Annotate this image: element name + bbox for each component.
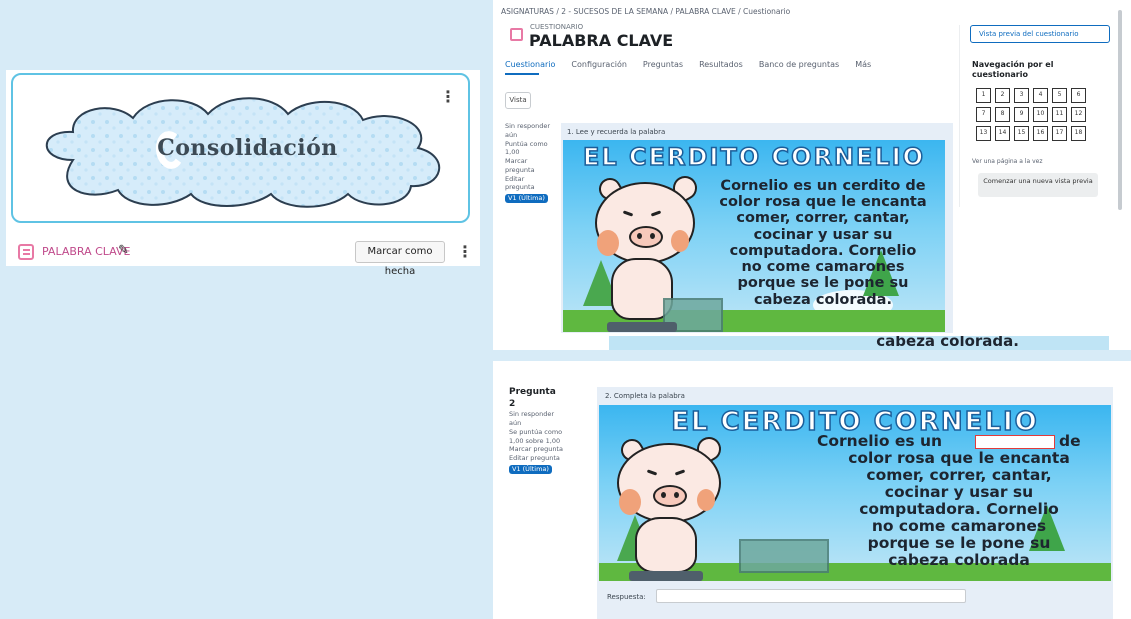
next-image-peek: cabeza colorada.: [609, 336, 1109, 350]
quiz-navigation-block: Vista previa del cuestionario Navegación…: [959, 25, 1113, 207]
nav-question-button[interactable]: 12: [1071, 107, 1086, 122]
tab-settings[interactable]: Configuración: [571, 60, 627, 69]
nav-question-button[interactable]: 6: [1071, 88, 1086, 103]
nav-question-button[interactable]: 3: [1014, 88, 1029, 103]
nav-question-button[interactable]: 14: [995, 126, 1010, 141]
tab-quiz[interactable]: Cuestionario: [505, 60, 555, 69]
tab-more[interactable]: Más: [855, 60, 871, 69]
nav-question-button[interactable]: 5: [1052, 88, 1067, 103]
quiz-navigation-title: Navegación por el cuestionario: [972, 60, 1054, 79]
activity-menu-icon[interactable]: ⋮: [457, 244, 473, 260]
nav-question-button[interactable]: 1: [976, 88, 991, 103]
flag-question-link[interactable]: Marcar pregunta: [505, 157, 551, 175]
question-1-info: Sin responder aún Puntúa como 1,00 Marca…: [505, 122, 551, 203]
story-image-blank: EL CERDITO CORNELIO Cornelio es un de co…: [599, 405, 1111, 581]
story-text: Cornelio es un cerdito de color rosa que…: [719, 178, 927, 308]
flag-question-link[interactable]: Marcar pregunta: [509, 445, 565, 454]
edit-question-link[interactable]: Editar pregunta: [509, 454, 565, 463]
question-grade: Puntúa como 1,00: [505, 139, 548, 157]
story-text: Cornelio es un de color rosa que le enca…: [817, 432, 1081, 570]
question-navigation-grid: 1 2 3 4 5 6 7 8 9 10 11 12 13 14 15 16 1…: [976, 88, 1090, 141]
nav-question-button[interactable]: 18: [1071, 126, 1086, 141]
nav-question-button[interactable]: 2: [995, 88, 1010, 103]
tab-results[interactable]: Resultados: [699, 60, 743, 69]
breadcrumb[interactable]: ASIGNATURAS / 2 - SUCESOS DE LA SEMANA /…: [501, 7, 790, 16]
question-2-info: Pregunta 2 Sin responder aún Se puntúa c…: [509, 386, 565, 474]
nav-question-button[interactable]: 7: [976, 107, 991, 122]
tab-question-bank[interactable]: Banco de preguntas: [759, 60, 839, 69]
version-badge[interactable]: V1 (Última): [509, 464, 552, 474]
nav-question-button[interactable]: 10: [1033, 107, 1048, 122]
quiz-page-bottom: Pregunta 2 Sin responder aún Se puntúa c…: [493, 361, 1131, 619]
nav-question-button[interactable]: 9: [1014, 107, 1029, 122]
mark-as-done-button[interactable]: Marcar como hecha: [355, 241, 445, 277]
section-banner: Consolidación ⋮: [11, 73, 470, 223]
nav-question-button[interactable]: 15: [1014, 126, 1029, 141]
answer-label: Respuesta:: [607, 593, 646, 601]
nav-question-button[interactable]: 17: [1052, 126, 1067, 141]
nav-question-button[interactable]: 8: [995, 107, 1010, 122]
version-badge[interactable]: V1 (Última): [505, 194, 548, 203]
course-section-card: Consolidación ⋮ PALABRA CLAVE ✎ Marcar c…: [6, 70, 480, 277]
nav-question-button[interactable]: 4: [1033, 88, 1048, 103]
banner-title: Consolidación: [157, 135, 338, 161]
secondary-navigation: Cuestionario Configuración Preguntas Res…: [505, 60, 871, 69]
question-status: Sin responder aún: [505, 122, 551, 139]
answer-input[interactable]: [656, 589, 966, 603]
question-1-prompt: 1. Lee y recuerda la palabra: [567, 128, 666, 136]
story-title: EL CERDITO CORNELIO: [582, 142, 926, 172]
edit-question-link[interactable]: Editar pregunta: [505, 175, 551, 193]
scrollbar[interactable]: [1118, 10, 1122, 210]
quiz-page-top: ASIGNATURAS / 2 - SUCESOS DE LA SEMANA /…: [493, 0, 1131, 350]
nav-question-button[interactable]: 16: [1033, 126, 1048, 141]
page-title: PALABRA CLAVE: [529, 31, 674, 50]
preview-quiz-button[interactable]: Vista previa del cuestionario: [970, 25, 1110, 43]
question-grade: Se puntúa como 1,00 sobre 1,00: [509, 427, 563, 445]
question-1-content: 1. Lee y recuerda la palabra EL CERDITO …: [561, 123, 953, 333]
question-2-content: 2. Completa la palabra EL CERDITO CORNEL…: [597, 387, 1113, 619]
tab-questions[interactable]: Preguntas: [643, 60, 683, 69]
activity-row: PALABRA CLAVE ✎ Marcar como hecha ⋮: [18, 241, 473, 277]
question-2-prompt: 2. Completa la palabra: [605, 392, 685, 400]
question-number: Pregunta 2: [509, 387, 556, 410]
card-menu-icon[interactable]: ⋮: [440, 89, 456, 105]
mode-select[interactable]: Vista: [505, 92, 531, 109]
edit-pencil-icon[interactable]: ✎: [118, 243, 129, 258]
missing-word-blank: [975, 435, 1055, 449]
quiz-icon: [18, 244, 34, 260]
start-new-preview-button[interactable]: Comenzar una nueva vista previa: [978, 173, 1098, 197]
activity-type-label: CUESTIONARIO: [530, 23, 584, 31]
quiz-icon: [510, 28, 523, 41]
nav-question-button[interactable]: 11: [1052, 107, 1067, 122]
active-tab-indicator: [505, 73, 539, 75]
nav-question-button[interactable]: 13: [976, 126, 991, 141]
story-image-full: EL CERDITO CORNELIO Cornelio es un cerdi…: [563, 140, 945, 332]
show-one-page-link[interactable]: Ver una página a la vez: [972, 158, 1042, 165]
question-status: Sin responder aún: [509, 410, 555, 428]
